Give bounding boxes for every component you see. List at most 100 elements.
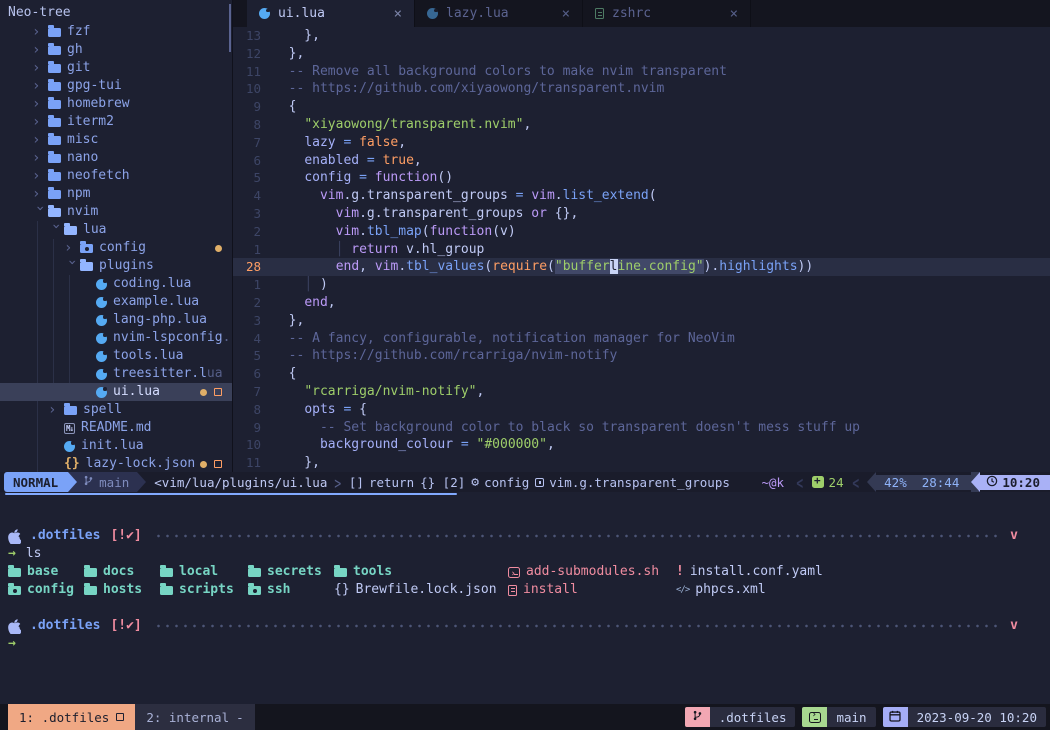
chevron-closed-icon[interactable]: › (32, 95, 48, 113)
tree-item-gh[interactable]: ›gh (0, 41, 232, 59)
tree-item-config[interactable]: ›config (0, 239, 232, 257)
code-line[interactable]: 1 │ return v.hl_group (233, 241, 1050, 259)
close-icon[interactable]: × (394, 6, 402, 22)
code-line[interactable]: 9 -- Set background color to black so tr… (233, 419, 1050, 437)
code-line[interactable]: 11 }, (233, 454, 1050, 472)
tab-ui-lua[interactable]: ui.lua× (247, 0, 415, 27)
chevron-left-icon: < (852, 472, 859, 493)
line-number: 10 (233, 80, 273, 98)
code-token: , (523, 117, 531, 132)
tree-item-npm[interactable]: ›npm (0, 185, 232, 203)
tmux-window-1[interactable]: 1: .dotfiles (8, 704, 135, 730)
code-line[interactable]: 7 lazy = false, (233, 134, 1050, 152)
chevron-open-icon[interactable]: › (63, 258, 81, 274)
tree-item-homebrew[interactable]: ›homebrew (0, 95, 232, 113)
tree-item-nvim[interactable]: ›nvim (0, 203, 232, 221)
breadcrumb-label: vim.g.transparent_groups (549, 475, 730, 490)
chevron-closed-icon[interactable]: › (32, 113, 48, 131)
code-token: }, (273, 28, 320, 43)
code-line[interactable]: 8 "xiyaowong/transparent.nvim", (233, 116, 1050, 134)
tree-item-ui-lua[interactable]: ui.lua (0, 383, 232, 401)
ls-item-label: install.conf.yaml (690, 563, 823, 581)
code-line[interactable]: 3 }, (233, 312, 1050, 330)
chevron-closed-icon[interactable]: › (32, 167, 48, 185)
code-line[interactable]: 2 end, (233, 294, 1050, 312)
code-line[interactable]: 10 -- https://github.com/xiyaowong/trans… (233, 80, 1050, 98)
code-line[interactable]: 11 -- Remove all background colors to ma… (233, 63, 1050, 81)
code-token: () (437, 170, 453, 185)
tree-item-plugins[interactable]: ›plugins (0, 257, 232, 275)
tmux-window-label: 2: internal (146, 710, 229, 725)
code-line[interactable]: 4 vim.g.transparent_groups = vim.list_ex… (233, 187, 1050, 205)
code-line[interactable]: 9 { (233, 98, 1050, 116)
code-line[interactable]: 10 background_colour = "#000000", (233, 436, 1050, 454)
tree-item-spell[interactable]: ›spell (0, 401, 232, 419)
code-line[interactable]: 12 }, (233, 45, 1050, 63)
chevron-open-icon[interactable]: › (47, 222, 65, 238)
chevron-closed-icon[interactable]: › (32, 77, 48, 95)
tree-item-misc[interactable]: ›misc (0, 131, 232, 149)
tab-lazy-lua[interactable]: lazy.lua× (415, 0, 583, 27)
code-line[interactable]: 6 { (233, 365, 1050, 383)
tree-item-init-lua[interactable]: init.lua (0, 437, 232, 455)
code-line[interactable]: 5 -- https://github.com/rcarriga/nvim-no… (233, 347, 1050, 365)
tree-item-readme-md[interactable]: M↓README.md (0, 419, 232, 437)
code-line[interactable]: 5 config = function() (233, 169, 1050, 187)
ls-item-tools: tools (334, 563, 508, 581)
close-icon[interactable]: × (562, 6, 570, 22)
tree-item-nano[interactable]: ›nano (0, 149, 232, 167)
tree-item-nvim-lspconfig[interactable]: nvim-lspconfig. (0, 329, 232, 347)
tree-item-gpg-tui[interactable]: ›gpg-tui (0, 77, 232, 95)
code-line[interactable]: 4 -- A fancy, configurable, notification… (233, 330, 1050, 348)
chevron-closed-icon[interactable]: › (32, 59, 48, 77)
tree-item-treesitter-l[interactable]: treesitter.lua (0, 365, 232, 383)
tmux-window-2[interactable]: 2: internal- (135, 704, 254, 730)
code-line[interactable]: 13 }, (233, 27, 1050, 45)
tree-item-example-lua[interactable]: example.lua (0, 293, 232, 311)
tree-item-iterm2[interactable]: ›iterm2 (0, 113, 232, 131)
terminal-icon (508, 567, 520, 578)
folder-icon (48, 28, 61, 37)
ls-item-label: scripts (179, 581, 234, 599)
tree-item-git[interactable]: ›git (0, 59, 232, 77)
code-text: background_colour = "#000000", (273, 436, 555, 454)
scroll-percent: 42% (884, 475, 907, 490)
tree-item-neofetch[interactable]: ›neofetch (0, 167, 232, 185)
code-line[interactable]: 3 vim.g.transparent_groups or {}, (233, 205, 1050, 223)
terminal-input[interactable]: → (0, 635, 1050, 653)
chevron-closed-icon[interactable]: › (32, 185, 48, 203)
tree-item-lang-php-lua[interactable]: lang-php.lua (0, 311, 232, 329)
code-token: "buffer (555, 259, 610, 274)
code-line[interactable]: 7 "rcarriga/nvim-notify", (233, 383, 1050, 401)
code-line[interactable]: 8 opts = { (233, 401, 1050, 419)
code-token: . (359, 224, 367, 239)
chevron-closed-icon[interactable]: › (32, 23, 48, 41)
chevron-closed-icon[interactable]: › (32, 131, 48, 149)
code-line[interactable]: 6 enabled = true, (233, 152, 1050, 170)
code-token: }, (273, 455, 320, 470)
tmux-status-group: main (802, 707, 875, 727)
tree-item-coding-lua[interactable]: coding.lua (0, 275, 232, 293)
code-token: . (398, 259, 406, 274)
code-token: .g. (343, 188, 366, 203)
tree-item-fzf[interactable]: ›fzf (0, 23, 232, 41)
chevron-closed-icon[interactable]: › (32, 41, 48, 59)
sidebar-scrollbar[interactable] (229, 4, 231, 52)
close-icon[interactable]: × (730, 6, 738, 22)
code-token: -- Set background color to black so tran… (320, 420, 860, 435)
code-editor[interactable]: 13 },12 },11 -- Remove all background co… (233, 27, 1050, 472)
code-line[interactable]: 1 │ ) (233, 276, 1050, 294)
code-line[interactable]: 28 end, vim.tbl_values(require("bufferli… (233, 258, 1050, 276)
line-number: 7 (233, 383, 273, 401)
tree-item-tools-lua[interactable]: tools.lua (0, 347, 232, 365)
tree-item-lua[interactable]: ›lua (0, 221, 232, 239)
branch-icon (83, 474, 94, 490)
code-token (273, 295, 304, 310)
tree-item-lazy-lock-json[interactable]: {}lazy-lock.json (0, 455, 232, 473)
chevron-closed-icon[interactable]: › (48, 401, 64, 419)
code-line[interactable]: 2 vim.tbl_map(function(v) (233, 223, 1050, 241)
chevron-closed-icon[interactable]: › (32, 149, 48, 167)
chevron-closed-icon[interactable]: › (64, 239, 80, 257)
tab-zshrc[interactable]: zshrc× (583, 0, 751, 27)
chevron-open-icon[interactable]: › (31, 204, 49, 220)
